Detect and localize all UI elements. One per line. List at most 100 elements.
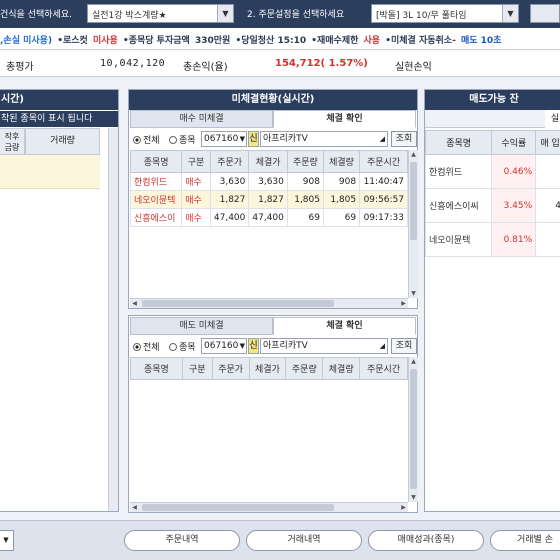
- filter-radio-all[interactable]: 전체: [133, 133, 160, 146]
- unfilled-hscroll[interactable]: ◀ ▶: [130, 298, 408, 308]
- cell-side: 매수: [181, 172, 211, 191]
- chevron-down-icon[interactable]: ▼: [0, 530, 14, 551]
- stock-name-value: 아프리카TV: [263, 134, 308, 144]
- scroll-thumb[interactable]: [142, 300, 334, 307]
- col-header[interactable]: 주문시간: [359, 357, 408, 380]
- scroll-left-icon[interactable]: ◀: [130, 299, 139, 308]
- total-eval-value: 10,042,120: [100, 58, 166, 69]
- stock-name-value: 아프리카TV: [263, 341, 308, 351]
- cell-name: 네오이뮨텍: [424, 222, 493, 257]
- left-col-header-b: 거래량: [25, 128, 100, 155]
- search-button[interactable]: 조회: [391, 338, 417, 354]
- resize-grip-icon: ◢: [379, 342, 385, 350]
- cell-order-qty: 1,805: [286, 190, 324, 209]
- ticker-text: 330만원: [194, 36, 231, 46]
- col-header[interactable]: 주문가: [211, 357, 250, 380]
- col-header[interactable]: 구분: [181, 357, 213, 380]
- filter-radio-all[interactable]: 전체: [133, 340, 160, 353]
- col-header[interactable]: 체결량: [322, 357, 361, 380]
- condition-select-value: 실전1강 박스계량★: [92, 11, 167, 21]
- scroll-thumb[interactable]: [410, 369, 417, 489]
- unfilled-table: 종목명 구분 주문가 체결가 주문량 체결량 주문시간 한컴위드 매수 3,63…: [129, 150, 408, 227]
- cell-buy: 4: [535, 188, 560, 223]
- filter-stock-label: 종목: [179, 343, 196, 353]
- col-header[interactable]: 구분: [181, 150, 211, 173]
- col-header[interactable]: 주문시간: [359, 150, 408, 173]
- tab-buy-unfilled[interactable]: 매수 미체결: [130, 110, 273, 128]
- stock-code-input[interactable]: 067160 ▼: [201, 131, 247, 147]
- credit-icon[interactable]: 신: [248, 131, 259, 147]
- tab-exec-check[interactable]: 체결 확인: [273, 110, 416, 128]
- realized-pnl-label: 실현손익: [395, 62, 432, 73]
- left-vscroll[interactable]: [108, 128, 118, 511]
- per-trade-pnl-button[interactable]: 거래별 손: [490, 530, 560, 551]
- sell-hscroll[interactable]: ◀ ▶: [130, 502, 408, 512]
- scroll-thumb[interactable]: [142, 504, 334, 511]
- order-setting-select[interactable]: [박돌] 3L 10/무 풀타임 ▼: [371, 4, 519, 23]
- cell-exec-qty: 69: [322, 208, 361, 227]
- sellable-subtab[interactable]: 실: [545, 110, 560, 128]
- scroll-down-icon[interactable]: ▼: [409, 493, 418, 502]
- col-header[interactable]: 매 입: [535, 130, 560, 155]
- condition-select[interactable]: 실전1강 박스계량★ ▼: [87, 4, 234, 23]
- trade-performance-button[interactable]: 매매성과(종목): [368, 530, 484, 551]
- ticker-text: 매도 10초: [460, 36, 502, 46]
- col-header[interactable]: 종목명: [130, 357, 183, 380]
- table-row[interactable]: 신흥에스이씨 3.45% 4: [424, 188, 560, 223]
- table-header-row: 종목명 수익률 매 입: [424, 130, 560, 155]
- search-button[interactable]: 조회: [391, 131, 417, 147]
- step1-label: 건식을 선택하세요.: [0, 10, 72, 20]
- col-header[interactable]: 체결가: [248, 150, 288, 173]
- cell-name: 한컴위드: [129, 172, 183, 191]
- credit-icon[interactable]: 신: [248, 338, 259, 354]
- chevron-down-icon[interactable]: ▼: [217, 5, 233, 22]
- settings-ticker: ,손실 미사용) •로스컷 미사용 •종목당 투자금액 330만원 •당일청산 …: [0, 28, 560, 50]
- col-header[interactable]: 주문량: [286, 150, 324, 173]
- chevron-down-icon[interactable]: ▼: [502, 5, 518, 22]
- sell-vscroll[interactable]: ▲ ▼: [408, 357, 418, 502]
- topbar-side-button[interactable]: [530, 4, 560, 23]
- ticker-text: •미체결 자동취소-: [385, 36, 456, 46]
- stock-name-field[interactable]: 아프리카TV ◢: [260, 131, 388, 147]
- radio-on-icon: [133, 343, 141, 351]
- left-highlight-row[interactable]: [0, 155, 100, 189]
- scroll-right-icon[interactable]: ▶: [399, 503, 408, 512]
- table-row[interactable]: 한컴위드 매수 3,630 3,630 908 908 11:40:47: [129, 172, 408, 191]
- table-row[interactable]: 신흥에스이 매수 47,400 47,400 69 69 09:17:33: [129, 208, 408, 227]
- col-header[interactable]: 주문가: [209, 150, 250, 173]
- scroll-left-icon[interactable]: ◀: [130, 503, 139, 512]
- cell-order-price: 3,630: [209, 172, 250, 191]
- order-history-button[interactable]: 주문내역: [124, 530, 240, 551]
- stock-name-field[interactable]: 아프리카TV ◢: [260, 338, 388, 354]
- chevron-down-icon[interactable]: ▼: [240, 339, 245, 353]
- col-header[interactable]: 수익률: [491, 130, 537, 155]
- filter-radio-stock[interactable]: 종목: [169, 340, 196, 353]
- table-header-row: 종목명 구분 주문가 체결가 주문량 체결량 주문시간: [129, 150, 408, 173]
- col-header[interactable]: 주문량: [285, 357, 324, 380]
- tab-sell-unfilled[interactable]: 매도 미체결: [130, 317, 273, 335]
- table-row[interactable]: 네오이뮨텍 매수 1,827 1,827 1,805 1,805 09:56:5…: [129, 190, 408, 209]
- ticker-text: ,손실 미사용): [0, 36, 53, 46]
- col-header[interactable]: 종목명: [129, 150, 183, 173]
- col-header[interactable]: 체결량: [322, 150, 361, 173]
- col-header[interactable]: 체결가: [248, 357, 287, 380]
- ticker-text: 사용: [363, 36, 381, 46]
- stock-code-input[interactable]: 067160 ▼: [201, 338, 247, 354]
- scroll-right-icon[interactable]: ▶: [399, 299, 408, 308]
- filter-radio-stock[interactable]: 종목: [169, 133, 196, 146]
- cell-time: 11:40:47: [359, 172, 408, 191]
- col-header[interactable]: 종목명: [424, 130, 493, 155]
- table-row[interactable]: 한컴위드 0.46%: [424, 154, 560, 189]
- scroll-up-icon[interactable]: ▲: [409, 150, 418, 159]
- sellable-subtabs: 실: [425, 110, 560, 128]
- cell-pct: 3.45%: [491, 188, 537, 223]
- trade-history-button[interactable]: 거래내역: [246, 530, 362, 551]
- chevron-down-icon[interactable]: ▼: [240, 132, 245, 146]
- tab-exec-check[interactable]: 체결 확인: [273, 317, 416, 335]
- scroll-thumb[interactable]: [410, 162, 417, 240]
- scroll-up-icon[interactable]: ▲: [409, 357, 418, 366]
- unfilled-vscroll[interactable]: ▲ ▼: [408, 150, 418, 298]
- stock-code-value: 067160: [204, 134, 239, 144]
- scroll-down-icon[interactable]: ▼: [409, 289, 418, 298]
- table-row[interactable]: 네오이뮨텍 0.81%: [424, 222, 560, 257]
